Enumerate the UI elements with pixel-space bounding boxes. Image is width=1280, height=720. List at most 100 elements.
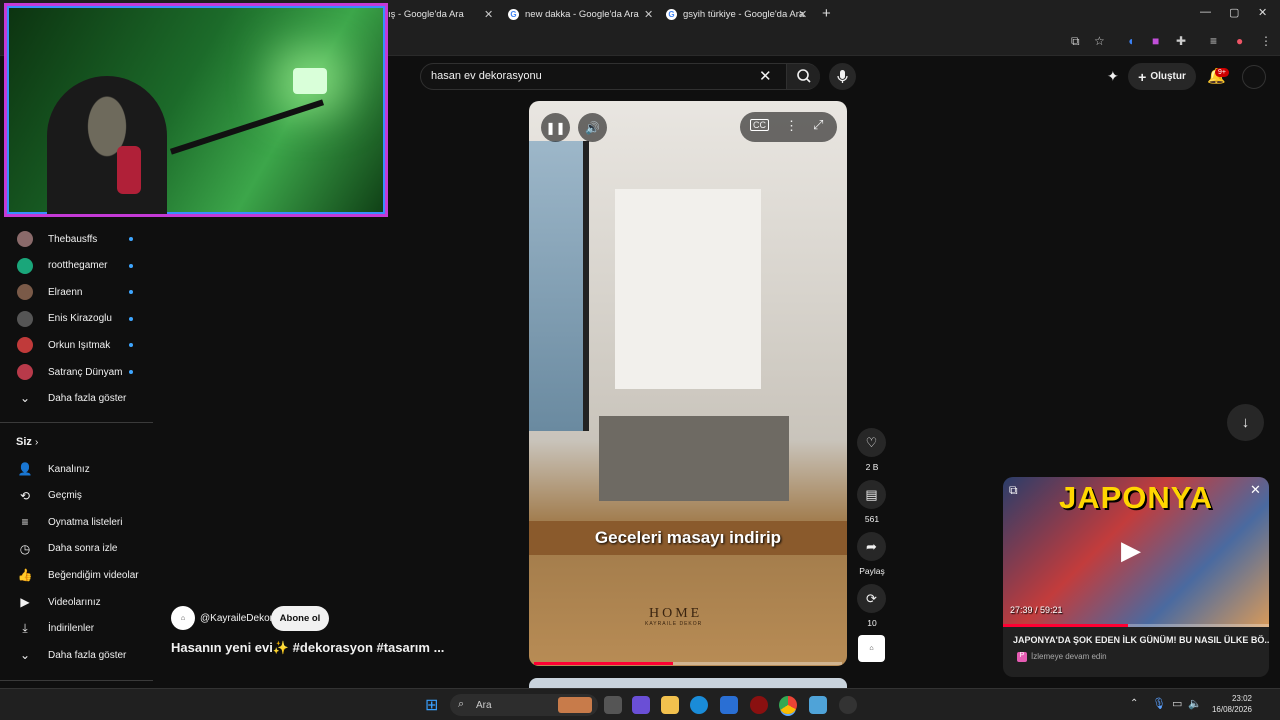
next-video-button[interactable]: ↓ [1227, 404, 1264, 441]
browser-tab[interactable]: ış - Google'da Ara ✕ [388, 2, 493, 26]
sidebar-item-playlist[interactable]: ≡ Oynatma listeleri [0, 509, 155, 535]
progress-fill [534, 662, 673, 665]
voice-search-button[interactable] [829, 63, 856, 90]
share-button[interactable]: ➦ [857, 532, 886, 561]
edge-icon[interactable] [690, 696, 708, 714]
sidebar-item-video[interactable]: ▶ Videolarınız [0, 589, 155, 615]
create-button[interactable]: + Oluştur [1128, 63, 1196, 90]
remix-button[interactable]: ⟳ [857, 584, 886, 613]
thumbnail-text: JAPONYA [1058, 480, 1214, 515]
install-app-icon[interactable]: ⧉ [1071, 34, 1080, 49]
account-avatar[interactable] [1242, 65, 1266, 89]
miniplayer[interactable]: JAPONYA ⧉ ✕ ▶ 27:39 / 59:21 JAPONYA'DA Ş… [1003, 477, 1269, 677]
network-icon[interactable]: ▭ [1172, 697, 1182, 710]
app-icon[interactable] [750, 696, 768, 714]
close-tab-icon[interactable]: ✕ [644, 8, 653, 21]
bookmark-star-icon[interactable]: ☆ [1094, 34, 1105, 48]
puzzle-icon[interactable]: ✚ [1176, 34, 1186, 48]
channel-icon: 👤 [17, 462, 33, 476]
search-box[interactable]: hasan ev dekorasyonu ✕ [420, 63, 820, 90]
chevron-down-icon: ⌄ [19, 391, 31, 405]
store-icon[interactable] [720, 696, 738, 714]
miniplayer-title[interactable]: JAPONYA'DA ŞOK EDEN İLK GÜNÜM! BU NASIL … [1013, 635, 1269, 645]
captions-icon[interactable]: CC [750, 119, 769, 131]
sidebar-item-thumb-up[interactable]: 👍 Beğendiğim videolar [0, 562, 155, 588]
search-input[interactable]: hasan ev dekorasyonu [431, 70, 542, 82]
sidebar-subscription-item[interactable]: rootthegamer [0, 253, 155, 279]
channel-avatar[interactable]: ⌂ [171, 606, 195, 630]
sidebar-item-history[interactable]: ⟲ Geçmiş [0, 483, 155, 509]
share-label: Paylaş [859, 566, 885, 576]
profile-avatar[interactable]: ● [1236, 34, 1243, 48]
sidebar-subscription-item[interactable]: Thebausffs [0, 226, 155, 252]
new-content-dot [129, 290, 133, 295]
sidebar-item-chevron-down[interactable]: ⌄ Daha fazla göster [0, 642, 155, 668]
pause-button[interactable]: ❚❚ [541, 113, 570, 142]
file-explorer-icon[interactable] [661, 696, 679, 714]
task-view-icon[interactable] [604, 696, 622, 714]
minimize-button[interactable]: — [1200, 6, 1211, 18]
new-tab-button[interactable]: + [822, 5, 831, 22]
subscribe-button[interactable]: Abone ol [271, 606, 329, 631]
webcam-microphone [117, 146, 141, 194]
app-icon[interactable] [809, 696, 827, 714]
sidebar-item-clock[interactable]: ◷ Daha sonra izle [0, 536, 155, 562]
webcam-overlay [4, 3, 388, 217]
video-title[interactable]: Hasanın yeni evi✨ #dekorasyon #tasarım .… [171, 640, 444, 656]
miniplayer-progress-fill [1003, 624, 1129, 627]
widgets-icon[interactable] [632, 696, 650, 714]
expand-miniplayer-icon[interactable]: ⧉ [1009, 483, 1018, 498]
tab-title: ış - Google'da Ara [388, 8, 464, 20]
chevron-up-icon[interactable]: ⌃ [1130, 698, 1138, 709]
extension-icon[interactable]: ◖ [1127, 34, 1134, 48]
thumb-up-icon: 👍 [17, 568, 33, 583]
taskbar-search[interactable]: ⌕ Ara [450, 694, 598, 716]
channel-thumbnail[interactable]: ⌂ [858, 635, 885, 662]
sidebar-subscription-item[interactable]: Satranç Dünyam [0, 359, 155, 385]
sidebar-subscription-item[interactable]: Orkun Işıtmak [0, 332, 155, 358]
gemini-icon[interactable]: ✦ [1107, 68, 1119, 85]
menu-icon[interactable]: ⋮ [1260, 34, 1272, 48]
chrome-icon[interactable] [779, 696, 797, 714]
extension-icon[interactable]: ■ [1152, 34, 1159, 48]
windows-start-icon[interactable]: ⊞ [425, 695, 438, 715]
close-window-button[interactable]: ✕ [1258, 6, 1267, 19]
sidebar-item-download[interactable]: ⤓ İndirilenler [0, 616, 155, 642]
fullscreen-icon[interactable]: ⤢ [813, 117, 823, 133]
close-tab-icon[interactable]: ✕ [484, 8, 493, 21]
short-video-player[interactable]: Geceleri masayı indirip HOME KAYRAILE DE… [529, 101, 847, 666]
comments-button[interactable]: ▤ [857, 480, 886, 509]
maximize-button[interactable]: ▢ [1229, 6, 1239, 19]
browser-tab[interactable]: G gsyih türkiye - Google'da Ara ✕ [666, 2, 807, 26]
video-subtitle: Geceleri masayı indirip [594, 528, 782, 547]
mic-tray-icon[interactable]: 🎙 [1152, 697, 1166, 710]
video-watermark: HOME [649, 606, 703, 621]
sidebar-item-channel[interactable]: 👤 Kanalınız [0, 456, 155, 482]
divider [0, 680, 153, 681]
sidebar-item-label: Oynatma listeleri [48, 516, 123, 528]
sidebar-subscription-item[interactable]: Elraenn [0, 279, 155, 305]
you-section-heading[interactable]: Siz › [16, 436, 38, 448]
channel-avatar [17, 337, 33, 354]
more-options-icon[interactable]: ⋮ [785, 118, 798, 134]
obs-icon[interactable] [839, 696, 857, 714]
search-icon [797, 69, 811, 83]
browser-tab[interactable]: G new dakka - Google'da Ara ✕ [508, 2, 653, 26]
close-tab-icon[interactable]: ✕ [798, 8, 807, 21]
volume-button[interactable]: 🔊 [578, 113, 607, 142]
history-icon: ⟲ [19, 488, 31, 503]
taskbar-clock[interactable]: 23:02 16/08/2026 [1200, 693, 1252, 715]
search-button[interactable] [786, 64, 820, 89]
play-icon[interactable]: ▶ [1121, 535, 1141, 566]
channel-name[interactable]: @KayraileDekor [200, 613, 273, 624]
media-icon[interactable]: ≡ [1210, 34, 1217, 48]
clear-search-icon[interactable]: ✕ [759, 67, 772, 85]
share-icon: ➦ [866, 538, 877, 554]
like-button[interactable]: ♡ [857, 428, 886, 457]
close-miniplayer-icon[interactable]: ✕ [1250, 482, 1261, 498]
sidebar-item-label: Beğendiğim videolar [48, 569, 139, 581]
channel-avatar [17, 284, 33, 301]
sidebar-subscription-item[interactable]: Enis Kirazoglu [0, 306, 155, 332]
subscription-label: Thebausffs [48, 233, 98, 245]
sidebar-show-more[interactable]: ⌄ Daha fazla göster [0, 385, 155, 411]
